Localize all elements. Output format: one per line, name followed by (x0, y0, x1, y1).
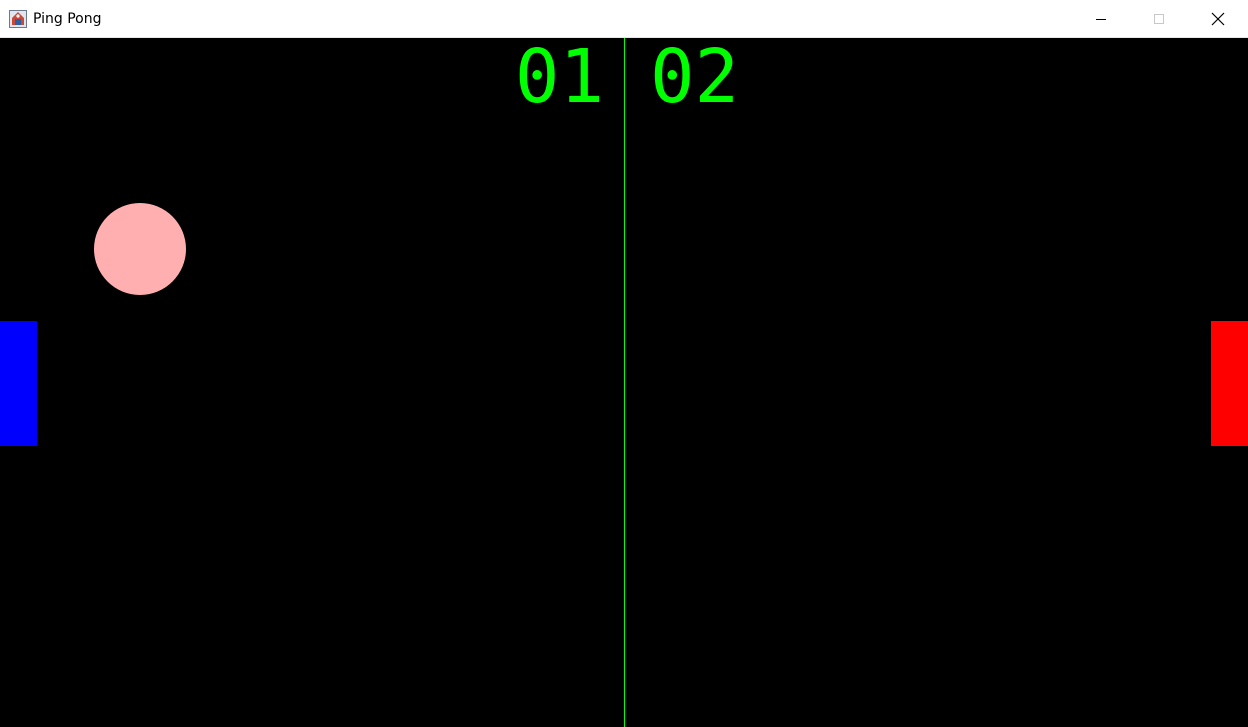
game-court[interactable]: 01 02 (0, 38, 1248, 727)
left-player-score: 01 (514, 34, 604, 120)
game-window: Ping Pong 01 02 (0, 0, 1248, 727)
java-app-icon[interactable] (9, 10, 27, 28)
right-paddle (1211, 321, 1248, 446)
close-button[interactable] (1188, 0, 1248, 38)
right-player-score: 02 (650, 34, 740, 120)
ball (94, 203, 186, 295)
close-icon (1211, 12, 1225, 26)
left-paddle (0, 321, 37, 446)
window-title: Ping Pong (33, 11, 102, 27)
maximize-icon (1154, 14, 1164, 24)
title-bar[interactable]: Ping Pong (0, 0, 1248, 38)
minimize-icon (1096, 19, 1106, 20)
center-line (624, 38, 625, 727)
maximize-button[interactable] (1130, 0, 1188, 38)
minimize-button[interactable] (1072, 0, 1130, 38)
